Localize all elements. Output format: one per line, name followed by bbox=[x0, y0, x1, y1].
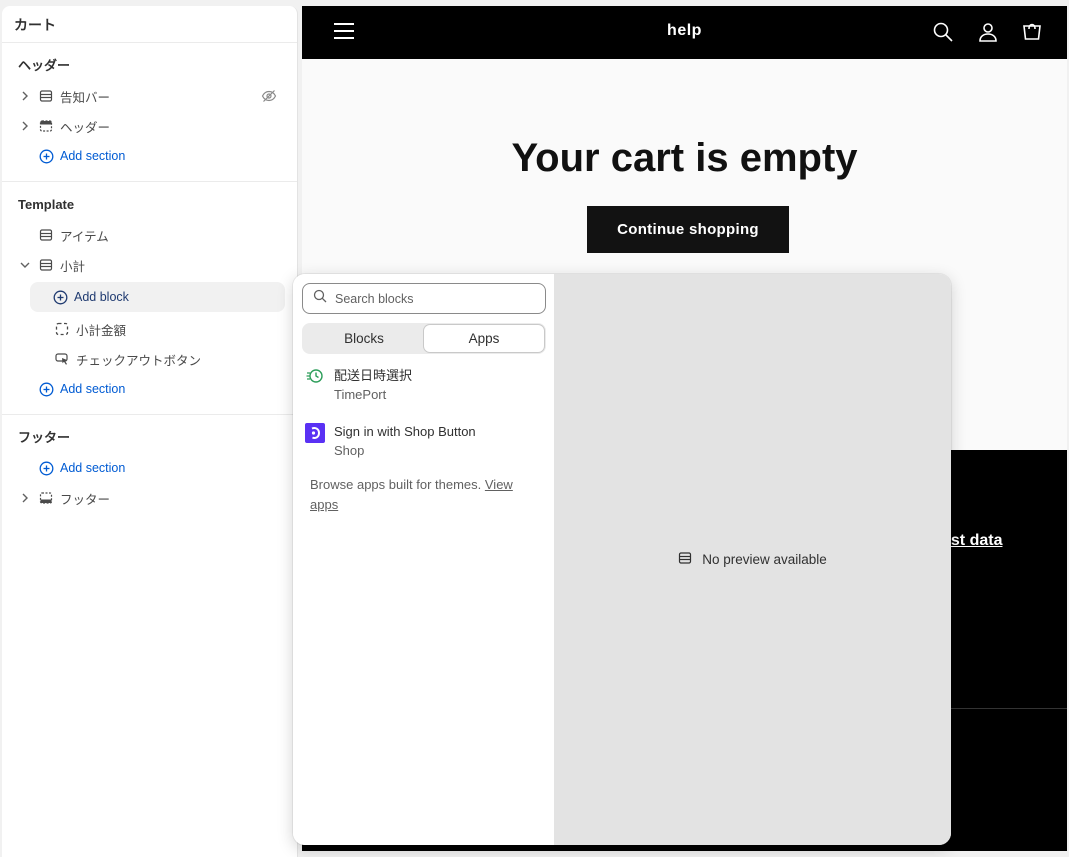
search-icon[interactable] bbox=[932, 21, 954, 43]
browse-apps-label: Browse apps built for themes. bbox=[310, 477, 482, 492]
app-block-shop-sign-in[interactable]: Sign in with Shop Button Shop bbox=[305, 423, 545, 461]
block-picker-list: Blocks Apps 配送日時選択 TimePort Sign in with… bbox=[293, 274, 554, 845]
cart-empty-heading: Your cart is empty bbox=[511, 136, 858, 180]
section-label: アイテム bbox=[60, 229, 109, 244]
add-section-label: Add section bbox=[60, 149, 126, 163]
search-box[interactable] bbox=[302, 283, 546, 314]
no-preview-message: No preview available bbox=[678, 551, 827, 568]
picker-tabs: Blocks Apps bbox=[302, 323, 546, 354]
add-section-button[interactable]: Add section bbox=[2, 141, 297, 171]
add-section-button[interactable]: Add section bbox=[2, 453, 297, 483]
footer-section-icon bbox=[38, 490, 54, 506]
block-checkout-button[interactable]: チェックアウトボタン bbox=[2, 344, 297, 374]
template-group: Template アイテム 小計 Add block 小計金額 チェックアウトボ… bbox=[2, 182, 297, 415]
app-name: Sign in with Shop Button bbox=[334, 424, 476, 439]
clock-arrow-icon bbox=[305, 367, 325, 387]
group-title-template: Template bbox=[18, 197, 75, 212]
add-section-label: Add section bbox=[60, 382, 126, 396]
add-block-button[interactable]: Add block bbox=[30, 282, 285, 312]
footer-link[interactable]: est data bbox=[942, 532, 1002, 550]
block-label: チェックアウトボタン bbox=[76, 353, 202, 368]
plus-circle-icon bbox=[52, 289, 68, 305]
section-items[interactable]: アイテム bbox=[2, 220, 297, 250]
search-blocks-input[interactable] bbox=[335, 291, 525, 306]
block-label: 小計金額 bbox=[76, 323, 127, 338]
section-icon bbox=[678, 551, 692, 568]
section-label: ヘッダー bbox=[60, 120, 111, 135]
browse-apps-text: Browse apps built for themes. View apps bbox=[310, 475, 540, 515]
chevron-right-icon[interactable] bbox=[18, 121, 32, 131]
group-title-footer: フッター bbox=[18, 430, 71, 445]
block-picker-popover: Blocks Apps 配送日時選択 TimePort Sign in with… bbox=[293, 274, 951, 845]
section-announcement-bar[interactable]: 告知バー bbox=[2, 81, 297, 111]
block-preview-pane: No preview available bbox=[554, 274, 951, 845]
add-section-label: Add section bbox=[60, 461, 126, 475]
shop-logo-icon bbox=[305, 423, 325, 443]
group-title-header: ヘッダー bbox=[18, 58, 71, 73]
section-footer[interactable]: フッター bbox=[2, 483, 297, 513]
section-label: 告知バー bbox=[60, 90, 111, 105]
header-group: ヘッダー 告知バー ヘッダー Add section bbox=[2, 43, 297, 182]
section-label: フッター bbox=[60, 492, 111, 507]
search-icon bbox=[313, 289, 327, 308]
app-block-timeport[interactable]: 配送日時選択 TimePort bbox=[305, 367, 545, 405]
section-icon bbox=[38, 88, 54, 104]
store-header: help bbox=[302, 6, 1067, 59]
section-label: 小計 bbox=[60, 259, 86, 274]
chevron-right-icon[interactable] bbox=[18, 91, 32, 101]
block-subtotal-price[interactable]: 小計金額 bbox=[2, 314, 297, 344]
account-icon[interactable] bbox=[977, 21, 999, 43]
theme-editor-sidebar: カート ヘッダー 告知バー ヘッダー Add section Template … bbox=[2, 6, 298, 857]
app-vendor: Shop bbox=[334, 443, 365, 458]
section-header[interactable]: ヘッダー bbox=[2, 111, 297, 141]
editor-page-title: カート bbox=[2, 6, 297, 43]
no-preview-label: No preview available bbox=[702, 552, 827, 567]
section-icon bbox=[38, 257, 54, 273]
app-vendor: TimePort bbox=[334, 387, 387, 402]
tab-blocks[interactable]: Blocks bbox=[304, 325, 424, 352]
section-subtotal[interactable]: 小計 bbox=[2, 250, 297, 280]
header-section-icon bbox=[38, 118, 54, 134]
footer-group: フッター Add section フッター bbox=[2, 415, 297, 523]
add-section-button[interactable]: Add section bbox=[2, 374, 297, 404]
plus-circle-icon bbox=[38, 148, 54, 164]
eye-off-icon[interactable] bbox=[261, 88, 277, 107]
plus-circle-icon bbox=[38, 381, 54, 397]
chevron-down-icon[interactable] bbox=[18, 261, 32, 269]
block-dashed-icon bbox=[54, 321, 70, 337]
cart-icon[interactable] bbox=[1021, 21, 1043, 43]
section-icon bbox=[38, 227, 54, 243]
app-name: 配送日時選択 bbox=[334, 368, 413, 383]
plus-circle-icon bbox=[38, 460, 54, 476]
add-block-label: Add block bbox=[74, 290, 129, 304]
continue-shopping-button[interactable]: Continue shopping bbox=[587, 206, 789, 253]
tab-apps[interactable]: Apps bbox=[424, 325, 544, 352]
button-click-icon bbox=[54, 351, 70, 367]
chevron-right-icon[interactable] bbox=[18, 493, 32, 503]
